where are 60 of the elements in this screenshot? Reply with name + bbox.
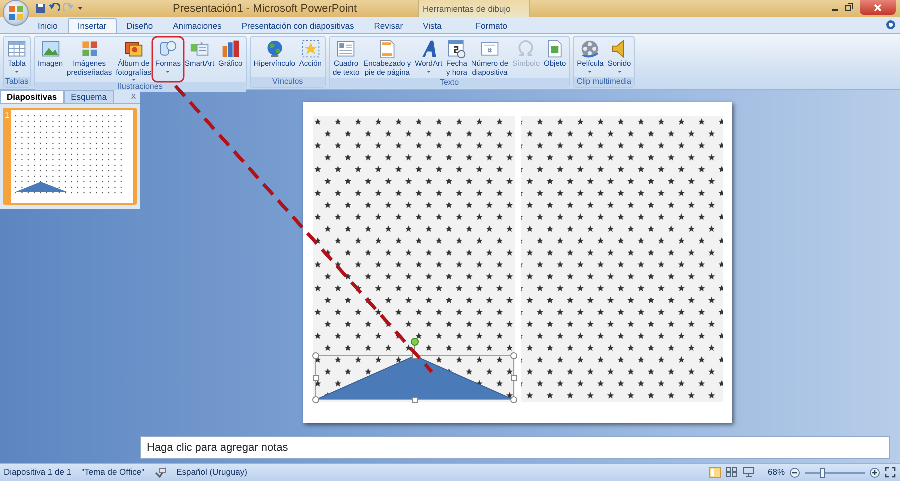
clipart-icon <box>80 39 100 59</box>
help-icon[interactable] <box>886 20 896 30</box>
zoom-slider-thumb[interactable] <box>820 468 825 478</box>
group-label: Clip multimedia <box>574 77 634 87</box>
notes-area[interactable]: Haga clic para agregar notas <box>140 436 890 459</box>
zoom-in-button[interactable] <box>870 468 880 478</box>
office-logo-icon <box>8 4 24 20</box>
calendar-icon <box>446 39 467 59</box>
ribbon-tab[interactable]: Formato <box>466 18 518 33</box>
film-reel-icon <box>580 39 600 59</box>
highlight-frame <box>152 36 185 83</box>
ribbon-tab[interactable]: Revisar <box>364 18 414 33</box>
selection-frame[interactable] <box>312 338 518 404</box>
ribbon-tab[interactable]: Diseño <box>116 18 164 33</box>
caret-icon <box>15 70 19 72</box>
sorter-view-icon[interactable] <box>726 467 738 478</box>
group-label: Tablas <box>4 77 30 87</box>
zoom-out-button[interactable] <box>790 468 800 478</box>
caret-icon <box>426 70 431 72</box>
pane-close-button[interactable]: x <box>132 90 136 103</box>
ribbon-tab[interactable]: Insertar <box>68 18 117 33</box>
zoom-percent[interactable]: 68% <box>768 466 785 479</box>
group-label: Texto <box>330 78 570 88</box>
page-icon <box>377 39 398 59</box>
office-button[interactable] <box>3 0 29 26</box>
fit-to-window-icon[interactable] <box>885 467 896 478</box>
language[interactable]: Español (Uruguay) <box>176 466 248 479</box>
shapes-icon <box>158 39 178 59</box>
undo-icon[interactable] <box>49 3 60 14</box>
omega-icon <box>516 39 536 59</box>
group-label: Vínculos <box>250 77 325 87</box>
ribbon-tab[interactable]: Presentación con diapositivas <box>232 18 364 33</box>
pane-tab[interactable]: Esquema <box>64 90 114 103</box>
customize-caret-icon[interactable] <box>77 5 84 12</box>
caret-icon <box>618 70 622 72</box>
save-icon[interactable] <box>35 3 46 14</box>
globe-icon <box>264 39 285 59</box>
table-icon <box>7 39 27 59</box>
caret-icon <box>588 70 592 72</box>
close-icon <box>874 4 882 12</box>
close-button[interactable] <box>860 0 896 15</box>
caret-icon <box>166 70 170 72</box>
restore-icon[interactable] <box>845 3 854 12</box>
bar-chart-icon <box>220 39 241 59</box>
text-box-icon <box>336 39 356 59</box>
slide-counter: Diapositiva 1 de 1 <box>4 466 72 479</box>
diagram-icon <box>190 39 210 59</box>
slide-number-icon <box>480 39 500 59</box>
slide-number: 1 <box>5 110 10 122</box>
theme-name[interactable]: "Tema de Office" <box>82 466 145 479</box>
spell-check-icon[interactable] <box>154 467 167 478</box>
slideshow-view-icon[interactable] <box>742 467 755 478</box>
photo-album-icon <box>124 39 144 59</box>
pane-tab[interactable]: Diapositivas <box>0 90 64 103</box>
ribbon-tab[interactable]: Inicio <box>28 18 68 33</box>
ribbon-tab[interactable]: Animaciones <box>163 18 232 33</box>
plus-icon <box>871 468 879 476</box>
normal-view-icon[interactable] <box>708 467 721 478</box>
window-title: Presentación1 - Microsoft PowerPoint <box>172 2 358 17</box>
image-icon <box>40 39 61 59</box>
